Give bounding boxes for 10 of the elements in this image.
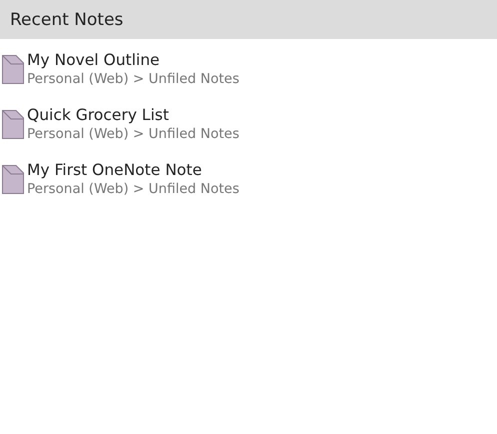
header-title: Recent Notes [0, 0, 497, 39]
note-title[interactable]: My First OneNote Note [27, 160, 240, 180]
note-title[interactable]: Quick Grocery List [27, 105, 240, 125]
note-location: Personal (Web) > Unfiled Notes [27, 180, 240, 198]
note-title[interactable]: My Novel Outline [27, 50, 240, 70]
page-icon [2, 110, 24, 139]
page-icon [2, 165, 24, 194]
note-location: Personal (Web) > Unfiled Notes [27, 125, 240, 143]
page-icon [2, 55, 24, 84]
note-location: Personal (Web) > Unfiled Notes [27, 70, 240, 88]
